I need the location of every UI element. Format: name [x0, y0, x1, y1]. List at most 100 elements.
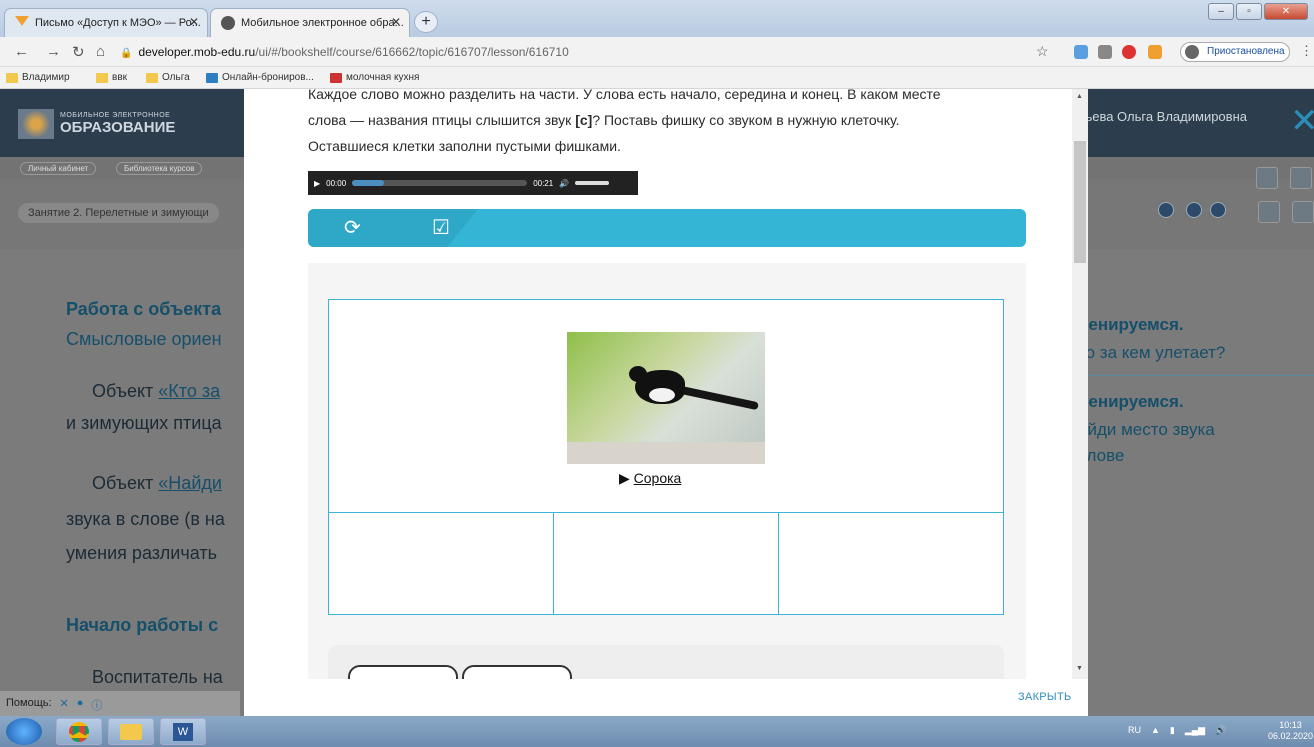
reset-icon[interactable]: ⟳ [344, 217, 361, 239]
bookmark-item[interactable]: Владимир [6, 72, 70, 83]
new-tab-button[interactable]: + [414, 11, 438, 33]
exercise-title[interactable]: айди место звука [1078, 420, 1314, 440]
logo-mark-icon [18, 109, 54, 139]
paragraph-prefix: Объект [92, 473, 159, 493]
notes-icon[interactable] [1256, 167, 1278, 189]
chat-icon[interactable] [1292, 201, 1314, 223]
clock-date: 06.02.2020 [1268, 731, 1314, 741]
explorer-taskbar-icon[interactable] [108, 718, 154, 745]
maximize-button[interactable]: ▫ [1236, 3, 1262, 20]
signal-icon[interactable]: ▂▄▆ [1185, 725, 1205, 736]
close-tab-icon[interactable]: ✕ [391, 15, 401, 29]
bookmark-label: Владимир [22, 72, 70, 83]
volume-slider[interactable] [575, 181, 610, 185]
close-lesson-icon[interactable]: ✕ [1290, 101, 1314, 141]
site-logo[interactable]: МОБИЛЬНОЕ ЭЛЕКТРОННОЕ ОБРАЗОВАНИЕ [18, 109, 175, 139]
drop-cell-middle[interactable] [554, 513, 778, 614]
sound-chip[interactable] [348, 665, 458, 679]
work-area: ▶ Сорока [308, 263, 1026, 679]
exercise-toolbar: ⟳ ☑ [308, 209, 1026, 247]
toolbar-shade [308, 209, 478, 247]
paragraph-text: умения различать [66, 543, 217, 563]
extension-icon[interactable] [1122, 45, 1136, 59]
close-tab-icon[interactable]: ✕ [189, 15, 199, 29]
exercise-title[interactable]: то за кем улетает? [1078, 343, 1314, 363]
home-icon[interactable]: ⌂ [96, 43, 105, 60]
forward-icon[interactable]: → [46, 43, 61, 60]
bookmark-star-icon[interactable]: ☆ [1036, 43, 1049, 60]
play-icon[interactable]: ▶ [314, 179, 320, 188]
user-icon[interactable]: ● [77, 697, 84, 710]
drop-cell-end[interactable] [779, 513, 1003, 614]
exercise-heading[interactable]: ренируемся. [1078, 315, 1314, 335]
menu-icon[interactable]: ⋮ [1300, 43, 1313, 59]
paragraph-text: Объект «Найди [92, 473, 222, 494]
picture-caption[interactable]: ▶ Сорока [619, 470, 681, 487]
tab-title: Мобильное электронное обра... [241, 17, 404, 29]
start-button[interactable] [6, 718, 42, 745]
help-bar: Помощь: ✕ ● ⓘ [0, 691, 240, 716]
picture-head [629, 366, 647, 382]
bookmark-item[interactable]: Ольга [146, 72, 190, 83]
clock[interactable]: 10:13 06.02.2020 [1268, 720, 1313, 742]
tray-arrow-icon[interactable]: ▲ [1151, 725, 1160, 736]
page-dot-icon[interactable] [1158, 202, 1174, 218]
user-name[interactable]: бьева Ольга Владимировнаы] [1078, 109, 1247, 133]
next-page-icon[interactable] [1210, 202, 1226, 218]
user-role: ы] [1078, 124, 1247, 133]
page-dot-icon[interactable] [1186, 202, 1202, 218]
breadcrumb-item[interactable]: Личный кабинет [20, 162, 97, 175]
scroll-up-icon[interactable]: ▲ [1076, 93, 1083, 100]
object-link[interactable]: «Кто за [158, 381, 220, 401]
table-icon[interactable] [1258, 201, 1280, 223]
tools-icon[interactable]: ✕ [60, 697, 69, 710]
back-icon[interactable]: ← [14, 43, 29, 60]
exercise-heading[interactable]: ренируемся. [1078, 392, 1314, 412]
info-icon[interactable]: ⓘ [91, 697, 102, 712]
drop-cell-start[interactable] [329, 513, 553, 614]
scroll-down-icon[interactable]: ▼ [1076, 665, 1083, 672]
close-button[interactable]: ЗАКРЫТЬ [1018, 691, 1072, 703]
tab-mob-edu[interactable]: Мобильное электронное обра... ✕ [210, 8, 410, 37]
bookmark-item[interactable]: ввк [96, 72, 127, 83]
address-bar[interactable]: 🔒 developer.mob-edu.ru/ui/#/bookshelf/cou… [120, 40, 1060, 64]
audio-progress-bar[interactable] [352, 180, 528, 186]
network-icon[interactable]: ▮ [1170, 725, 1175, 736]
keyboard-icon[interactable] [1290, 167, 1312, 189]
volume-icon[interactable]: 🔊 [559, 179, 569, 188]
scrollbar-thumb[interactable] [1074, 141, 1086, 263]
sound-position-grid: ▶ Сорока [328, 299, 1004, 615]
play-caption-icon[interactable]: ▶ [619, 470, 634, 486]
bookmark-label: Онлайн-брониров... [222, 72, 314, 83]
paragraph-text: Воспитатель на [92, 667, 223, 687]
tab-mail[interactable]: Письмо «Доступ к МЭО» — Ро... ✕ [4, 8, 208, 37]
sound-label: [с] [575, 112, 593, 128]
close-window-button[interactable]: ✕ [1264, 3, 1308, 20]
modal-scrollbar[interactable]: ▲ ▼ [1072, 89, 1088, 679]
bookmark-item[interactable]: молочная кухня [330, 72, 419, 83]
extension-icon[interactable] [1148, 45, 1162, 59]
caption-label[interactable]: Сорока [634, 470, 682, 486]
paragraph-text: и зимующих птица [66, 413, 222, 433]
extension-icon[interactable] [1074, 45, 1088, 59]
url-path: /ui/#/bookshelf/course/616662/topic/6167… [255, 45, 569, 59]
site-favicon-icon [221, 16, 235, 30]
volume-tray-icon[interactable]: 🔊 [1215, 725, 1226, 736]
check-icon[interactable]: ☑ [432, 217, 450, 239]
object-link[interactable]: «Найди [158, 473, 222, 493]
folder-icon [146, 72, 158, 83]
breadcrumb-item[interactable]: Библиотека курсов [116, 162, 203, 175]
exercise-title[interactable]: слове [1078, 446, 1314, 466]
audio-progress-fill [352, 180, 384, 186]
word-taskbar-icon[interactable]: W [160, 718, 206, 745]
lesson-title[interactable]: Занятие 2. Перелетные и зимующи [18, 203, 219, 223]
minimize-button[interactable]: – [1208, 3, 1234, 20]
profile-button[interactable]: Приостановлена [1180, 42, 1290, 62]
language-indicator[interactable]: RU [1128, 725, 1141, 736]
reload-icon[interactable]: ↻ [72, 43, 85, 61]
empty-chip[interactable] [462, 665, 572, 679]
extension-icon[interactable] [1098, 45, 1112, 59]
picture-wall [567, 442, 765, 464]
chrome-taskbar-icon[interactable] [56, 718, 102, 745]
bookmark-item[interactable]: Онлайн-брониров... [206, 72, 314, 83]
